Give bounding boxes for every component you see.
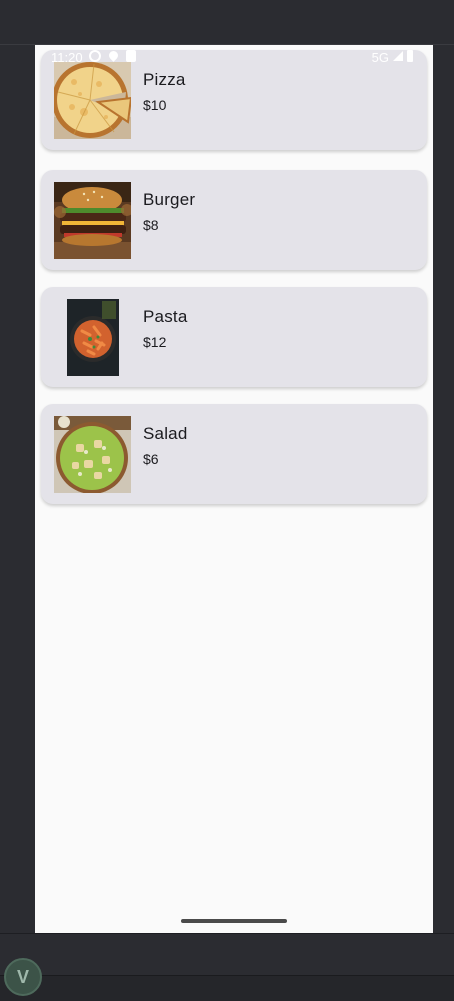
do-not-disturb-icon — [89, 50, 101, 62]
sd-card-icon — [126, 50, 136, 62]
menu-item-pasta[interactable]: Pasta $12 — [41, 287, 427, 387]
app-logo-icon: V — [4, 958, 42, 996]
location-icon — [107, 49, 120, 62]
menu-item-price: $10 — [143, 97, 167, 113]
salad-image — [54, 416, 131, 493]
battery-icon — [407, 50, 413, 62]
gesture-navigation-handle[interactable] — [181, 919, 287, 923]
signal-icon — [393, 51, 403, 61]
emulator-bottom-bar — [0, 933, 454, 976]
menu-item-salad[interactable]: Salad $6 — [41, 404, 427, 504]
menu-item-name: Pasta — [143, 307, 188, 326]
menu-item-name: Pizza — [143, 70, 186, 89]
pizza-image — [54, 62, 131, 139]
menu-item-name: Burger — [143, 190, 196, 209]
menu-item-price: $6 — [143, 451, 159, 467]
status-time: 11:20 — [51, 50, 83, 65]
burger-image — [54, 182, 131, 259]
menu-item-price: $12 — [143, 334, 167, 350]
menu-item-price: $8 — [143, 217, 159, 233]
emulator-footer — [0, 975, 454, 1001]
network-type: 5G — [371, 50, 389, 65]
status-notification-icons — [89, 49, 136, 62]
pasta-image — [54, 299, 131, 376]
phone-screen: 11:20 5G Pizza $10 Burger $8 Pasta $12 S… — [35, 45, 433, 933]
menu-item-burger[interactable]: Burger $8 — [41, 170, 427, 270]
status-bar: 11:20 5G — [35, 45, 433, 69]
emulator-top-bar — [0, 0, 454, 45]
menu-item-name: Salad — [143, 424, 188, 443]
